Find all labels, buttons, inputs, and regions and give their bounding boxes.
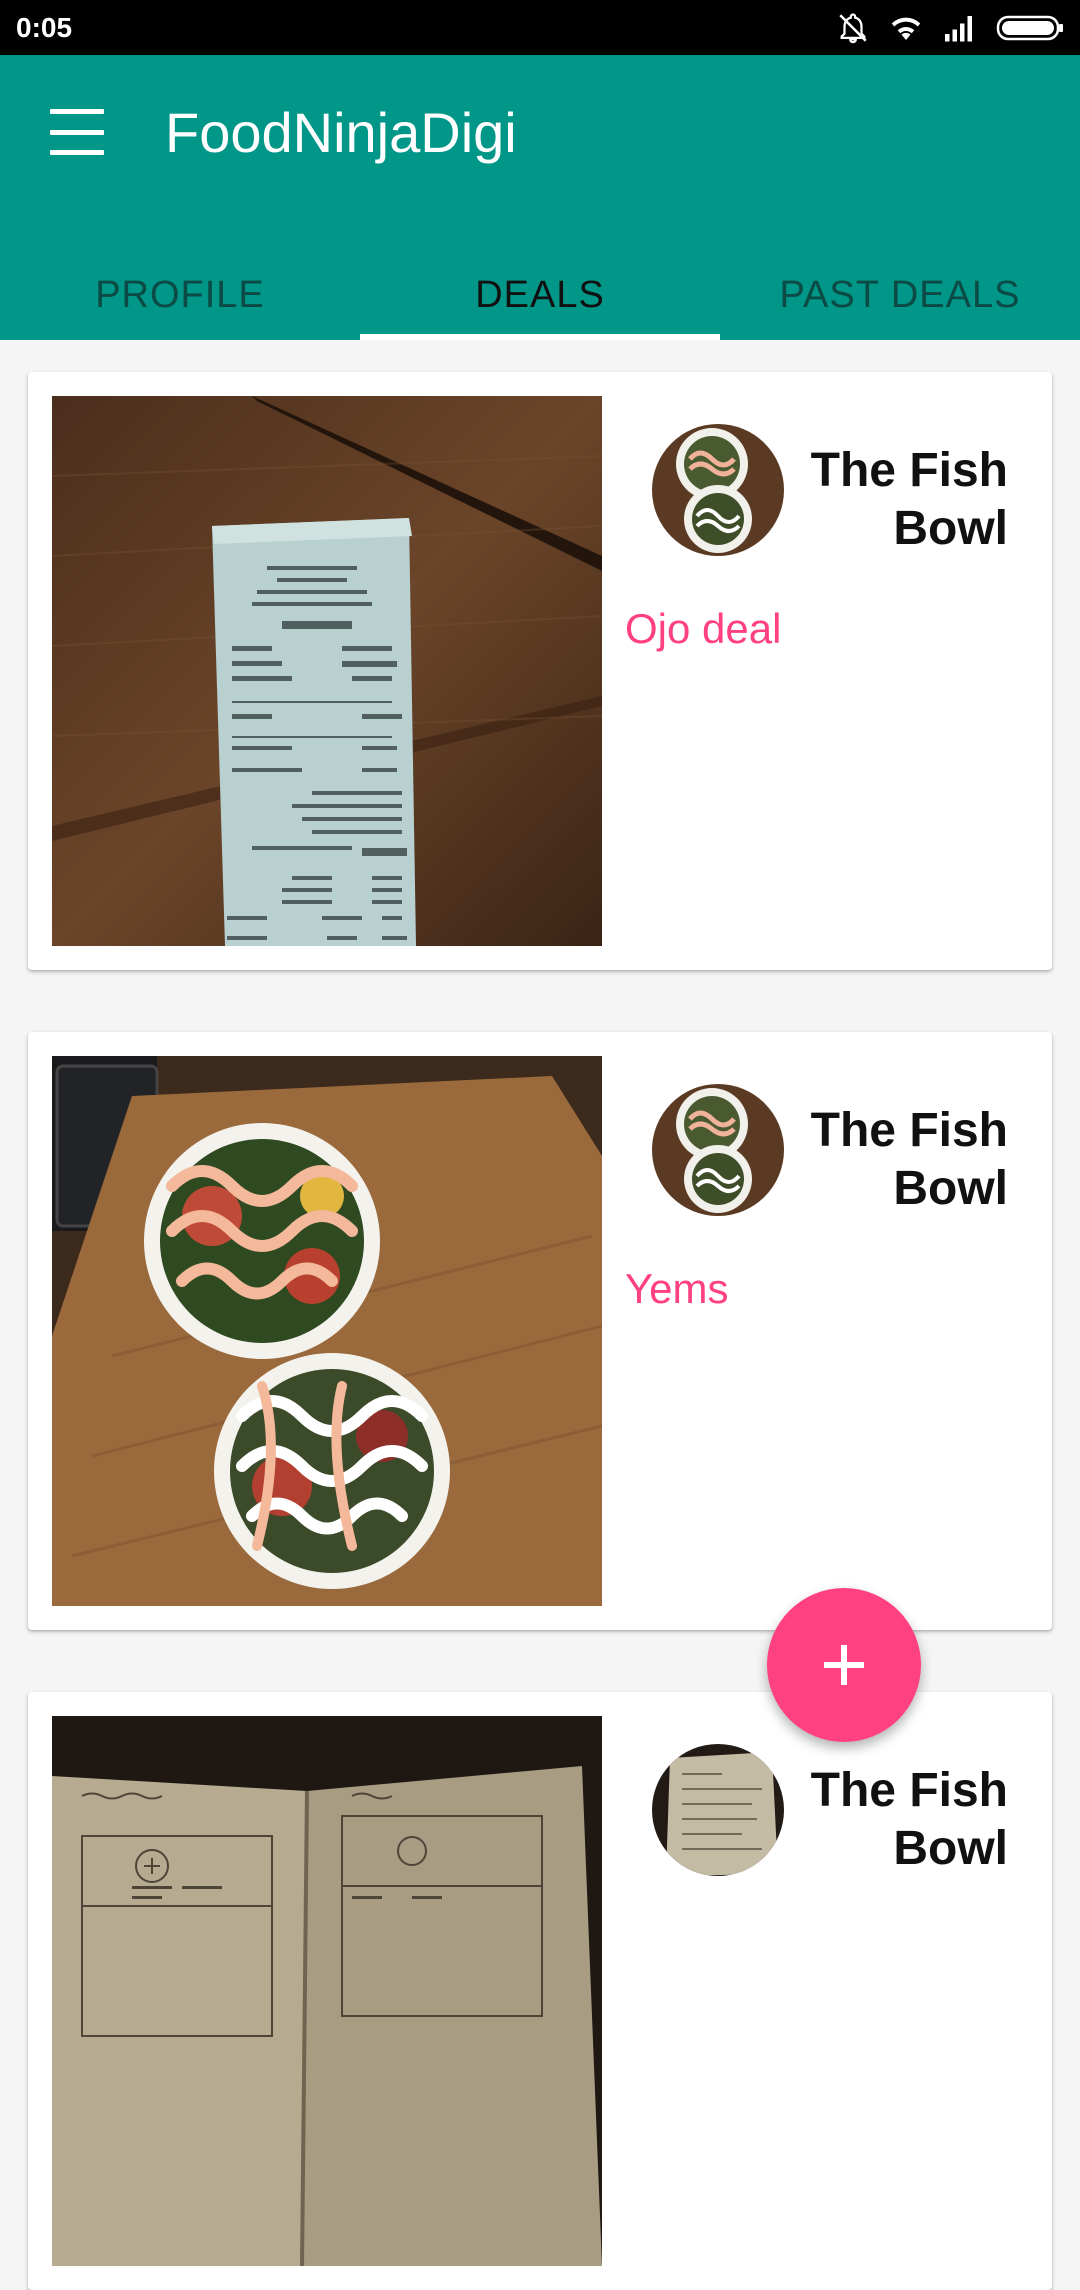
signal-icon <box>942 13 978 43</box>
restaurant-avatar <box>652 1744 784 1876</box>
deal-card[interactable]: The Fish Bowl <box>28 1692 1052 2290</box>
deal-title: Ojo deal <box>625 605 782 652</box>
deal-card[interactable]: The Fish Bowl Yems <box>28 1032 1052 1630</box>
restaurant-avatar <box>652 1084 784 1216</box>
restaurant-name: The Fish Bowl <box>810 1764 1008 1875</box>
sketch-notebook-photo <box>52 1716 602 2266</box>
poke-bowls-photo <box>52 1056 602 1606</box>
deal-title: Yems <box>625 1265 729 1312</box>
tab-past-deals[interactable]: PAST DEALS <box>720 250 1080 340</box>
plus-icon <box>822 1643 866 1687</box>
tab-bar: PROFILE DEALS PAST DEALS <box>0 250 1080 340</box>
restaurant-name: The Fish Bowl <box>810 444 1008 555</box>
status-bar: 0:05 <box>0 0 1080 55</box>
wifi-icon <box>888 13 924 43</box>
hamburger-menu-icon[interactable] <box>50 109 104 155</box>
app-title: FoodNinjaDigi <box>165 101 517 164</box>
status-time: 0:05 <box>16 11 73 43</box>
app-bar: FoodNinjaDigi PROFILE DEALS PAST DEALS <box>0 55 1080 340</box>
tab-profile[interactable]: PROFILE <box>0 250 360 340</box>
restaurant-avatar <box>652 424 784 556</box>
restaurant-name: The Fish Bowl <box>810 1104 1008 1215</box>
tab-deals[interactable]: DEALS <box>360 250 720 340</box>
receipt-photo <box>52 396 602 946</box>
battery-icon <box>996 13 1064 43</box>
deal-card[interactable]: The Fish Bowl Ojo deal <box>28 372 1052 970</box>
bell-off-icon <box>836 11 870 45</box>
status-icons <box>836 11 1064 45</box>
add-deal-button[interactable] <box>767 1588 921 1742</box>
